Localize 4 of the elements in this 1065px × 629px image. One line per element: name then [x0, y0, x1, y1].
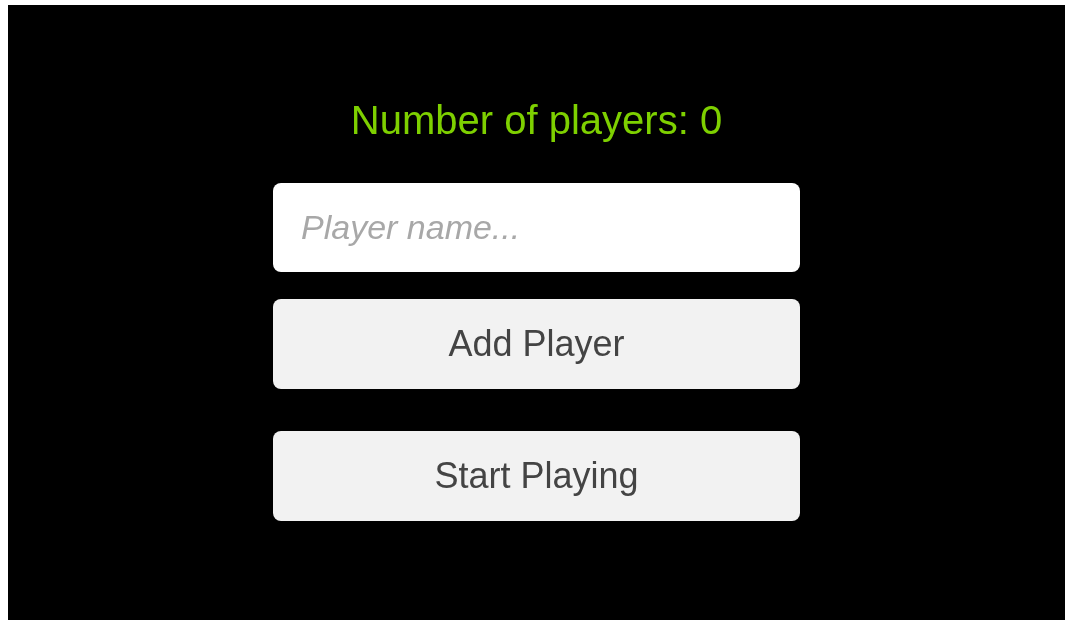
player-count: Number of players: 0	[350, 97, 723, 144]
start-playing-button[interactable]: Start Playing	[273, 431, 800, 521]
player-name-field[interactable]: Player name...	[273, 183, 800, 272]
add-player-button[interactable]: Add Player	[273, 299, 800, 389]
